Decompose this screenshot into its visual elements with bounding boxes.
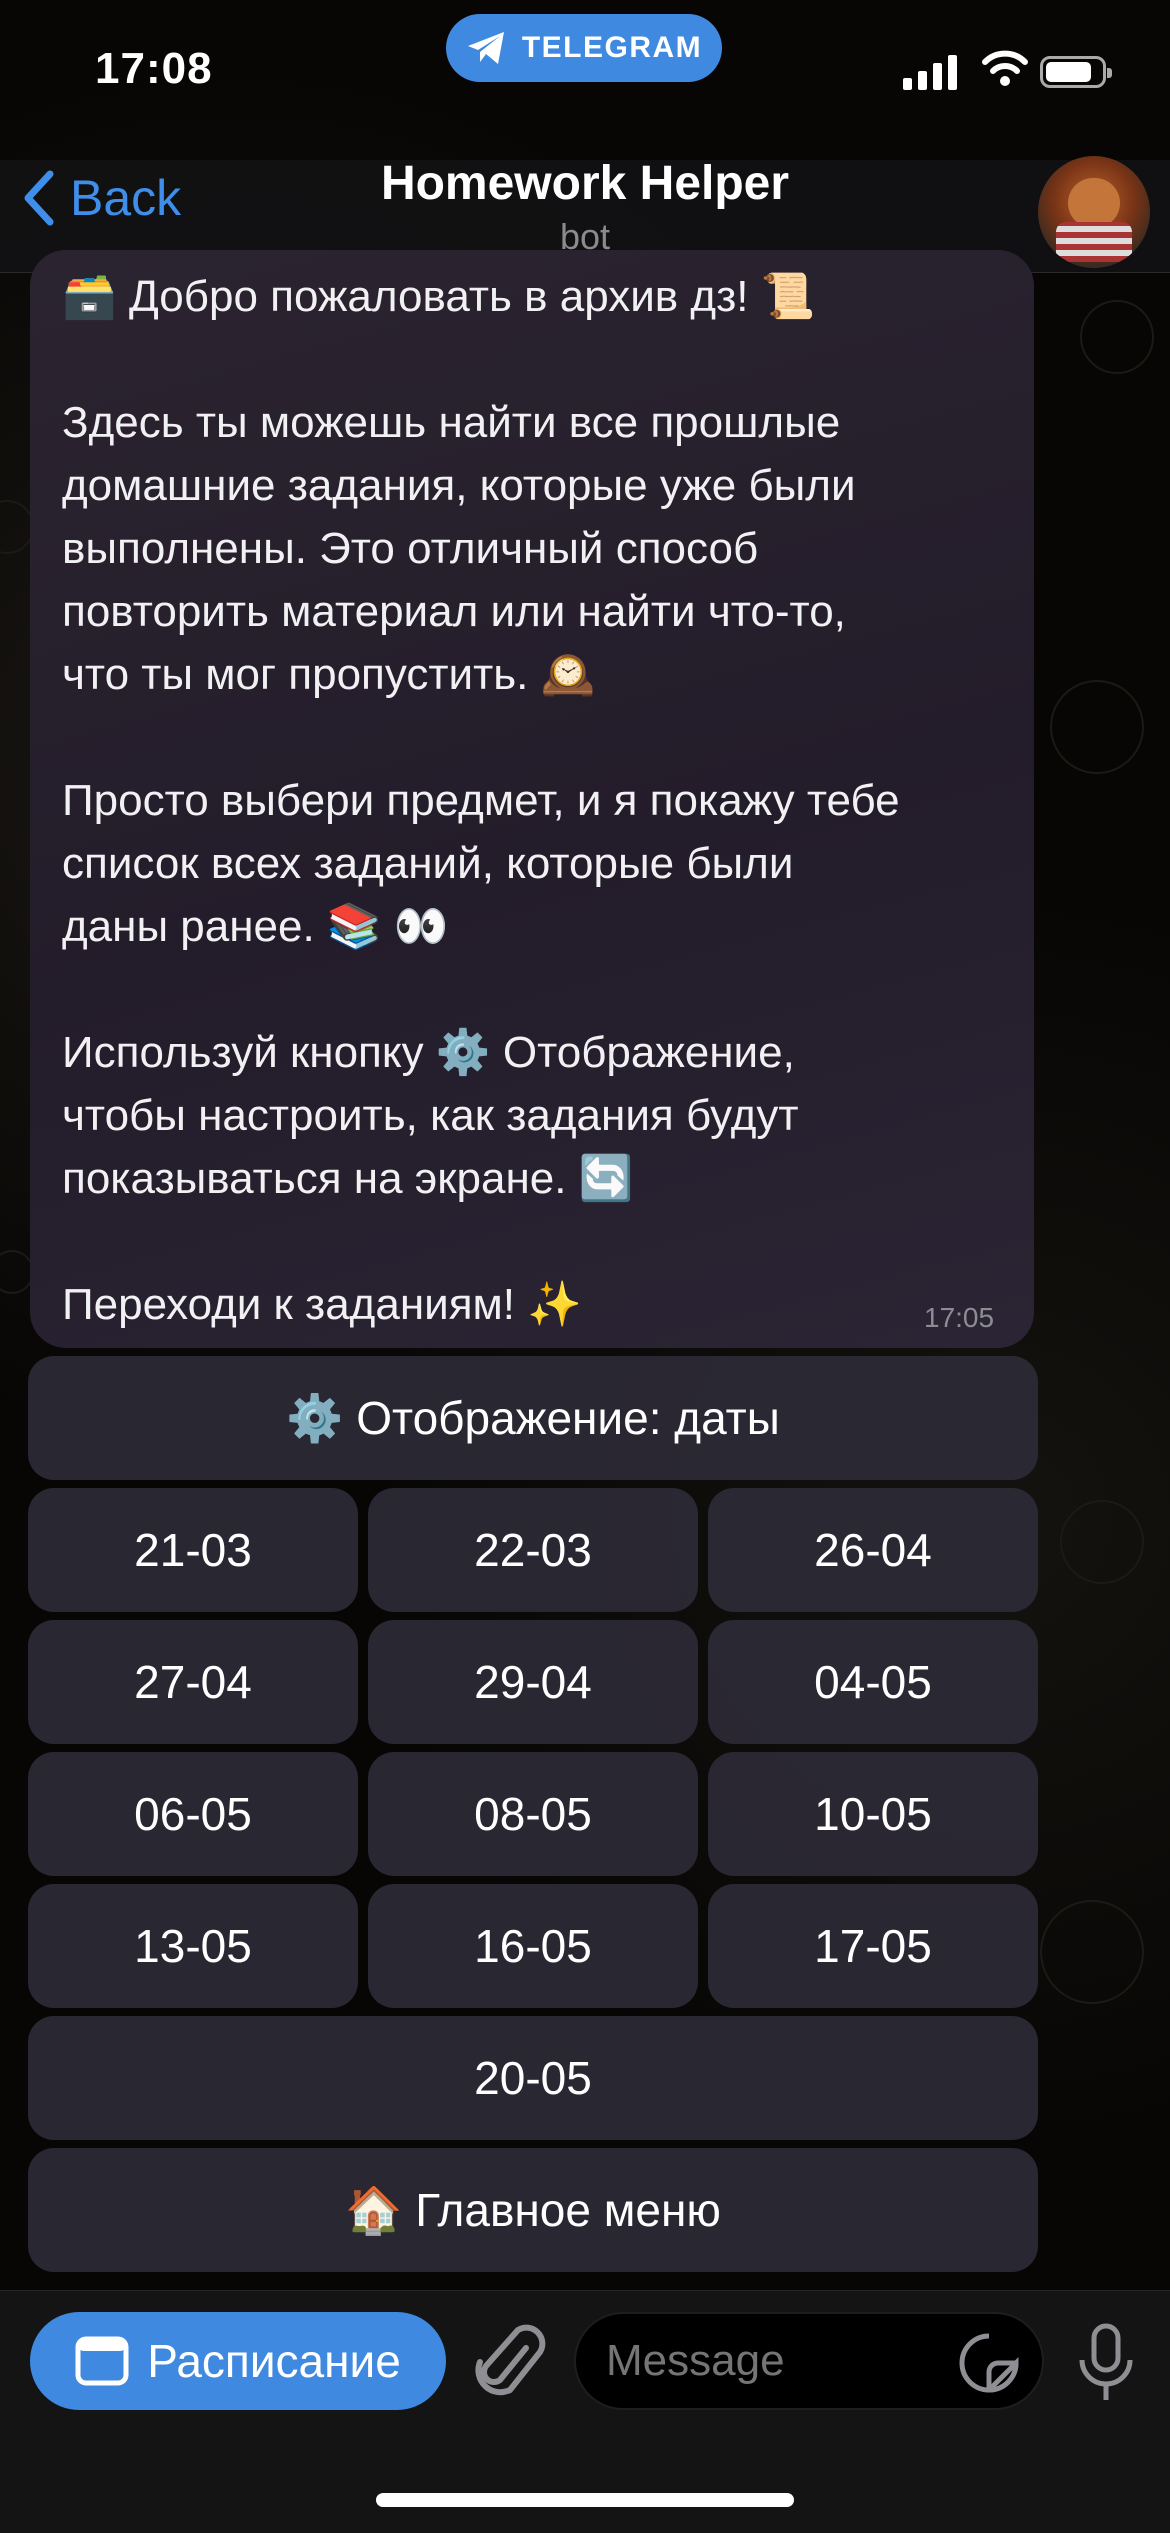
battery-icon: [1040, 56, 1112, 88]
date-button[interactable]: 17-05: [708, 1884, 1038, 2008]
date-button[interactable]: 06-05: [28, 1752, 358, 1876]
message-text: 🗃️ Добро пожаловать в архив дз! 📜 Здесь …: [62, 272, 900, 1329]
telegram-pill-label: TELEGRAM: [521, 31, 703, 64]
date-button[interactable]: 04-05: [708, 1620, 1038, 1744]
display-mode-button[interactable]: ⚙️ Отображение: даты: [28, 1356, 1038, 1480]
wallpaper-doodle: [0, 500, 34, 554]
date-button[interactable]: 26-04: [708, 1488, 1038, 1612]
schedule-menu-button[interactable]: Расписание: [30, 2312, 446, 2410]
telegram-pill[interactable]: TELEGRAM: [446, 14, 722, 82]
wallpaper-doodle: [1080, 300, 1154, 374]
wallpaper-doodle: [0, 1250, 34, 1294]
main-menu-button[interactable]: 🏠 Главное меню: [28, 2148, 1038, 2272]
date-button[interactable]: 21-03: [28, 1488, 358, 1612]
sticker-icon[interactable]: [958, 2332, 1020, 2394]
date-button[interactable]: 13-05: [28, 1884, 358, 2008]
date-button-last[interactable]: 20-05: [28, 2016, 1038, 2140]
status-time: 17:08: [95, 44, 213, 93]
calendar-icon: [75, 2336, 129, 2386]
telegram-icon: [467, 32, 504, 64]
schedule-label: Расписание: [147, 2335, 401, 2387]
wifi-icon: [982, 50, 1028, 86]
message-time: 17:05: [924, 1302, 995, 1333]
bot-avatar[interactable]: [1038, 156, 1150, 268]
avatar-figure-body: [1056, 222, 1132, 262]
cellular-signal-icon: [903, 54, 957, 90]
chat-title[interactable]: Homework Helper: [0, 156, 1170, 211]
date-button[interactable]: 29-04: [368, 1620, 698, 1744]
date-button[interactable]: 08-05: [368, 1752, 698, 1876]
date-button[interactable]: 16-05: [368, 1884, 698, 2008]
date-button[interactable]: 27-04: [28, 1620, 358, 1744]
wallpaper-doodle: [1060, 1500, 1144, 1584]
wallpaper-doodle: [1050, 680, 1144, 774]
date-button[interactable]: 22-03: [368, 1488, 698, 1612]
home-indicator[interactable]: [376, 2493, 794, 2507]
wallpaper-doodle: [1040, 1900, 1144, 2004]
paperclip-icon[interactable]: [474, 2318, 546, 2408]
microphone-icon[interactable]: [1076, 2322, 1136, 2404]
date-button[interactable]: 10-05: [708, 1752, 1038, 1876]
avatar-figure: [1068, 178, 1120, 228]
